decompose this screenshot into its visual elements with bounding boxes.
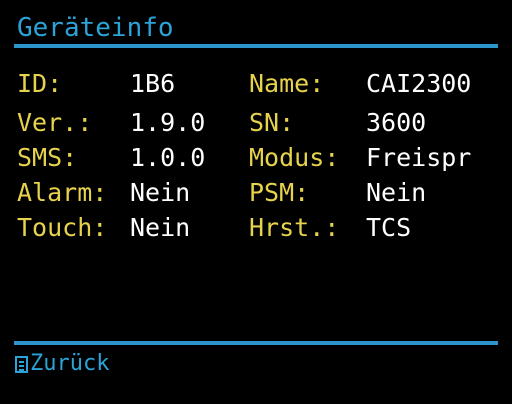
back-button[interactable]: Zurück xyxy=(15,350,109,378)
name-value: CAI2300 xyxy=(366,69,472,98)
id-label: ID: xyxy=(17,69,63,98)
name-label: Name: xyxy=(249,69,325,98)
id-value: 1B6 xyxy=(130,69,176,98)
back-button-label: Zurück xyxy=(30,351,110,376)
alarm-value: Nein xyxy=(130,178,191,207)
header-divider xyxy=(14,44,498,48)
info-row-version: Ver.: 1.9.0 SN: 3600 xyxy=(0,107,512,139)
sms-value: 1.0.0 xyxy=(130,143,206,172)
info-row-id: ID: 1B6 Name: CAI2300 xyxy=(0,68,512,100)
version-label: Ver.: xyxy=(17,108,93,137)
mode-value: Freispr xyxy=(366,143,472,172)
info-row-touch: Touch: Nein Hrst.: TCS xyxy=(0,212,512,244)
info-row-alarm: Alarm: Nein PSM: Nein xyxy=(0,177,512,209)
psm-value: Nein xyxy=(366,178,427,207)
serial-number-value: 3600 xyxy=(366,108,427,137)
mode-label: Modus: xyxy=(249,143,340,172)
list-icon xyxy=(15,355,28,373)
psm-label: PSM: xyxy=(249,178,310,207)
version-value: 1.9.0 xyxy=(130,108,206,137)
touch-label: Touch: xyxy=(17,213,108,242)
page-title: Geräteinfo xyxy=(17,13,174,43)
touch-value: Nein xyxy=(130,213,191,242)
footer-divider xyxy=(14,341,498,345)
manufacturer-value: TCS xyxy=(366,213,412,242)
alarm-label: Alarm: xyxy=(17,178,108,207)
sms-label: SMS: xyxy=(17,143,78,172)
serial-number-label: SN: xyxy=(249,108,295,137)
info-row-sms: SMS: 1.0.0 Modus: Freispr xyxy=(0,142,512,174)
manufacturer-label: Hrst.: xyxy=(249,213,340,242)
